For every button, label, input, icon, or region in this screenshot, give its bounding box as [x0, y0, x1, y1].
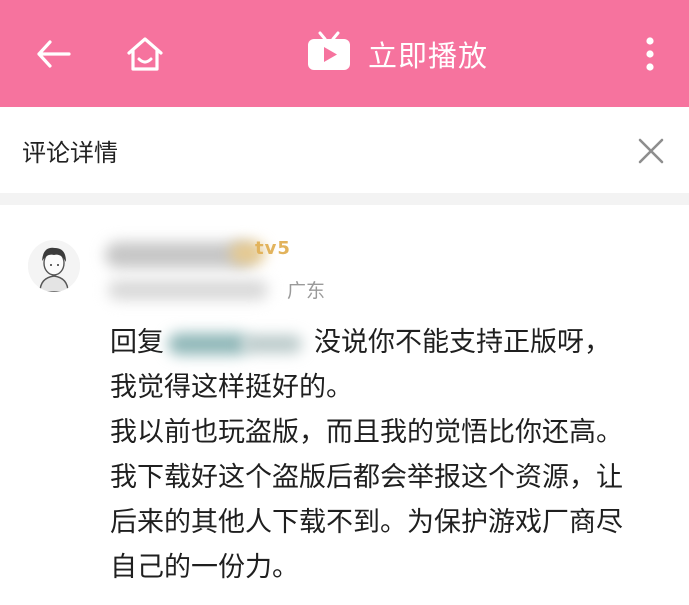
mention-redacted[interactable] [164, 331, 314, 357]
comment-line-3: 我以前也玩盗版，而且我的觉悟比你还高。 [110, 417, 623, 448]
back-arrow-icon[interactable] [30, 0, 78, 107]
location-label: 广东 [287, 280, 326, 302]
avatar[interactable] [28, 240, 80, 292]
close-icon[interactable] [636, 136, 666, 170]
play-now-label: 立即播放 [368, 38, 489, 73]
comment-line-6: 自己的一份力。 [110, 552, 299, 583]
more-vertical-icon[interactable] [628, 0, 672, 107]
reply-label: 回复 [110, 327, 164, 358]
home-icon[interactable] [118, 0, 172, 107]
comment-line-1: 回复 没说你不能支持正版呀， [110, 320, 670, 365]
timestamp-redacted [108, 280, 268, 300]
section-divider [0, 193, 689, 205]
comment-line-5: 后来的其他人下载不到。为保护游戏厂商尽 [110, 507, 623, 538]
comment-body: 回复 没说你不能支持正版呀， 我觉得这样挺好的。 我以前也玩盗版，而且我的觉悟比你… [110, 320, 670, 590]
comment-line-1-text: 没说你不能支持正版呀， [314, 327, 611, 358]
user-level-badge: tv5 [255, 238, 291, 259]
play-now-button[interactable]: 立即播放 [306, 0, 488, 107]
tv-play-icon [306, 31, 352, 77]
top-app-bar: 立即播放 [0, 0, 689, 107]
comment-detail-header: 评论详情 [0, 107, 689, 194]
page-title: 评论详情 [22, 139, 118, 167]
comment-line-2: 我觉得这样挺好的。 [110, 372, 353, 403]
comment-line-4: 我下载好这个盗版后都会举报这个资源，让 [110, 462, 623, 493]
